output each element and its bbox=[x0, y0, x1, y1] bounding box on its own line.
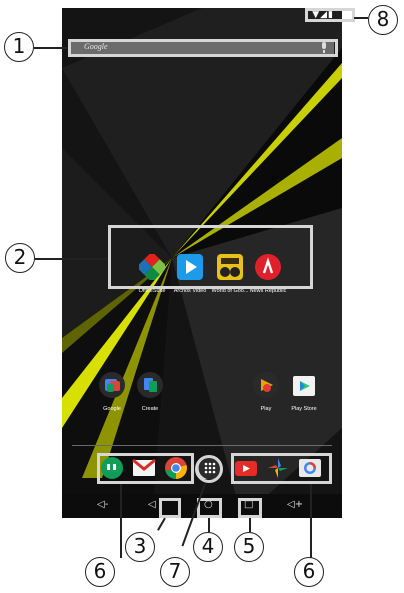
callout-6-left: 6 bbox=[85, 557, 115, 587]
play-store-icon bbox=[293, 376, 315, 396]
status-bar: ▼◢▮ bbox=[62, 8, 342, 22]
callout-8: 8 bbox=[368, 5, 398, 35]
leader-line bbox=[310, 484, 312, 558]
leader-line bbox=[249, 518, 251, 532]
leader-line bbox=[35, 258, 108, 260]
callout-1: 1 bbox=[4, 32, 34, 62]
leader-line bbox=[34, 47, 68, 49]
google-folder-icon bbox=[99, 372, 125, 398]
search-bar-outline bbox=[68, 39, 338, 57]
app-label: Create bbox=[141, 406, 159, 412]
app-label: Play Store bbox=[291, 406, 317, 412]
callout-5: 5 bbox=[234, 532, 264, 562]
leader-line bbox=[354, 17, 368, 19]
callout-3: 3 bbox=[125, 532, 155, 562]
app-create[interactable]: Create bbox=[128, 372, 172, 412]
back-button[interactable]: ◁ bbox=[148, 499, 156, 510]
create-folder-icon bbox=[137, 372, 163, 398]
play-folder-icon bbox=[253, 372, 279, 398]
dock-left-outline bbox=[97, 453, 194, 484]
app-play-store[interactable]: Play Store bbox=[282, 372, 326, 412]
leader-line bbox=[157, 517, 166, 531]
callout-4: 4 bbox=[193, 532, 223, 562]
recents-outline bbox=[238, 498, 262, 518]
leader-line bbox=[208, 518, 210, 532]
dock-divider bbox=[72, 445, 332, 446]
favorites-outline bbox=[108, 225, 313, 289]
volume-up-button[interactable]: ◁+ bbox=[287, 499, 303, 510]
back-outline bbox=[159, 498, 181, 518]
status-outline bbox=[305, 8, 355, 22]
volume-down-button[interactable]: ◁- bbox=[97, 499, 108, 510]
callout-6-right: 6 bbox=[294, 557, 324, 587]
dock-right-outline bbox=[231, 453, 332, 484]
callout-7: 7 bbox=[160, 557, 190, 587]
home-outline bbox=[197, 498, 222, 518]
leader-line bbox=[120, 484, 122, 558]
callout-2: 2 bbox=[5, 243, 35, 273]
all-apps-outline bbox=[195, 455, 223, 483]
